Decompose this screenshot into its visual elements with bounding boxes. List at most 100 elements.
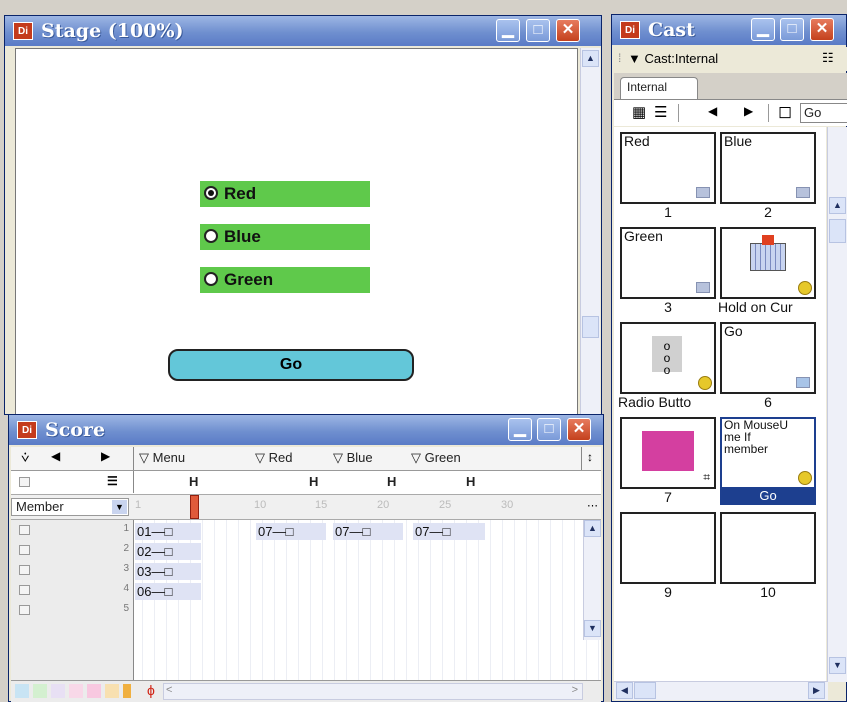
behavior-mark[interactable]: H — [466, 474, 475, 489]
tab-internal[interactable]: Internal — [620, 77, 698, 99]
scroll-thumb[interactable] — [634, 682, 656, 699]
sprite-span[interactable]: 06—□ — [135, 583, 201, 600]
member-type-icon[interactable]: ◻ — [778, 102, 792, 122]
channel-toggle[interactable] — [19, 565, 30, 575]
radio-option-blue[interactable]: Blue — [200, 224, 370, 250]
maximize-button[interactable]: □ — [537, 418, 561, 441]
scroll-down-icon[interactable]: ▼ — [829, 657, 846, 674]
cast-library-name: Cast:Internal — [644, 51, 719, 66]
cast-member-6[interactable]: Go — [720, 322, 816, 394]
channel-toggle[interactable] — [19, 605, 30, 615]
marker-green[interactable]: ▽ Green — [411, 450, 461, 466]
sprite-span[interactable]: 01—□ — [135, 523, 201, 540]
scroll-right-icon[interactable]: ▶ — [808, 682, 825, 699]
sprite-span[interactable]: 07—□ — [413, 523, 485, 540]
score-horizontal-scrollbar[interactable]: < > — [163, 683, 583, 700]
cast-member-3[interactable]: Green — [620, 227, 716, 299]
score-titlebar[interactable]: Di Score ▁ □ ✕ — [9, 415, 603, 445]
cast-vertical-scrollbar[interactable]: ▲ ▼ — [827, 127, 847, 682]
cast-member-4[interactable] — [720, 227, 816, 299]
minimize-button[interactable]: ▁ — [508, 418, 532, 441]
radio-unselected-icon[interactable] — [204, 229, 218, 243]
cast-member-7[interactable]: ⌗ — [620, 417, 716, 489]
marker-red[interactable]: ▽ Red — [255, 450, 292, 466]
stage-canvas[interactable]: Red Blue Green Go — [15, 48, 578, 415]
sprite-span[interactable]: 07—□ — [333, 523, 403, 540]
scroll-down-icon[interactable]: ▼ — [584, 620, 601, 637]
channel-toggle[interactable] — [19, 477, 30, 487]
color-swatch[interactable] — [15, 684, 29, 698]
marker-menu-icon[interactable]: ⩒ — [21, 449, 30, 466]
channel-toggle[interactable] — [19, 525, 30, 535]
scroll-left-icon[interactable]: < — [166, 684, 172, 696]
sprite-span[interactable]: 07—□ — [256, 523, 326, 540]
scroll-thumb[interactable] — [829, 219, 846, 243]
playhead-marker-icon[interactable]: ϕ — [147, 682, 155, 698]
color-swatch[interactable] — [33, 684, 47, 698]
cast-options-icon[interactable]: ☷ — [822, 50, 834, 66]
radio-selected-icon[interactable] — [204, 186, 218, 200]
member-name-field[interactable]: Go — [800, 103, 847, 123]
display-mode-select[interactable]: Member ▼ — [11, 498, 129, 516]
marker-menu[interactable]: ▽ Menu — [139, 450, 185, 466]
cast-library-toggle[interactable]: ▼ Cast:Internal — [628, 51, 718, 66]
chevron-down-icon[interactable]: ▼ — [112, 500, 127, 514]
cast-member-1[interactable]: Red — [620, 132, 716, 204]
minimize-button[interactable]: ▁ — [751, 18, 775, 41]
cast-member-10[interactable] — [720, 512, 816, 584]
sprite-span[interactable]: 02—□ — [135, 543, 201, 560]
gear-icon — [798, 281, 812, 295]
zoom-menu-icon[interactable]: ⋯ — [587, 499, 598, 512]
marker-blue[interactable]: ▽ Blue — [333, 450, 373, 466]
close-button[interactable]: ✕ — [567, 418, 591, 441]
color-swatch[interactable] — [123, 684, 131, 698]
radio-option-red[interactable]: Red — [200, 181, 370, 207]
color-swatch[interactable] — [69, 684, 83, 698]
channel-area: 1 01—□ 07—□ 07—□ 07—□ 2 02—□ 3 03—□ 4 06… — [11, 520, 601, 680]
behavior-channel: ☰ H H H H — [11, 471, 601, 493]
color-swatch[interactable] — [87, 684, 101, 698]
scroll-up-icon[interactable]: ▲ — [584, 520, 601, 537]
behavior-mark[interactable]: H — [189, 474, 198, 489]
resize-marker-icon[interactable]: ↕ — [587, 450, 593, 464]
go-button[interactable]: Go — [168, 349, 414, 381]
sprite-span[interactable]: 03—□ — [135, 563, 201, 580]
cast-member-2[interactable]: Blue — [720, 132, 816, 204]
scroll-thumb[interactable] — [582, 316, 599, 338]
maximize-button[interactable]: □ — [780, 18, 804, 41]
marker-row: ⩒ ◀ ▶ ▽ Menu ▽ Red ▽ Blue ▽ Green ↕ — [11, 447, 601, 471]
thumbnail-view-icon[interactable]: ▦ — [632, 103, 646, 121]
scroll-right-icon[interactable]: > — [572, 684, 578, 696]
behavior-mark[interactable]: H — [309, 474, 318, 489]
radio-option-green[interactable]: Green — [200, 267, 370, 293]
cast-horizontal-scrollbar[interactable]: ◀ ▶ — [614, 681, 828, 700]
scroll-up-icon[interactable]: ▲ — [829, 197, 846, 214]
color-swatch[interactable] — [105, 684, 119, 698]
channel-number: 2 — [123, 543, 129, 554]
next-member-icon[interactable]: ▶ — [744, 104, 753, 118]
maximize-button[interactable]: □ — [526, 19, 550, 42]
cast-member-script-preview: On MouseU me If member — [724, 418, 789, 456]
channel-toggle[interactable] — [19, 545, 30, 555]
scroll-left-icon[interactable]: ◀ — [616, 682, 633, 699]
cast-member-5[interactable]: ooo — [620, 322, 716, 394]
playhead[interactable] — [190, 495, 199, 519]
stage-titlebar[interactable]: Di Stage (100%) ▁ □ ✕ — [5, 16, 601, 46]
previous-member-icon[interactable]: ◀ — [708, 104, 717, 118]
cast-member-9[interactable] — [620, 512, 716, 584]
stage-vertical-scrollbar[interactable]: ▲ — [580, 48, 600, 414]
radio-unselected-icon[interactable] — [204, 272, 218, 286]
cast-member-8[interactable]: On MouseU me If member — [720, 417, 816, 489]
score-vertical-scrollbar[interactable]: ▲ ▼ — [583, 520, 601, 640]
prev-marker-icon[interactable]: ◀ — [51, 449, 60, 463]
scroll-up-icon[interactable]: ▲ — [582, 50, 599, 67]
close-button[interactable]: ✕ — [810, 18, 834, 41]
close-button[interactable]: ✕ — [556, 19, 580, 42]
channel-toggle[interactable] — [19, 585, 30, 595]
minimize-button[interactable]: ▁ — [496, 19, 520, 42]
list-view-icon[interactable]: ☰ — [654, 103, 667, 121]
behavior-mark[interactable]: H — [387, 474, 396, 489]
color-swatch[interactable] — [51, 684, 65, 698]
next-marker-icon[interactable]: ▶ — [101, 449, 110, 463]
cast-titlebar[interactable]: Di Cast ▁ □ ✕ — [612, 15, 846, 45]
